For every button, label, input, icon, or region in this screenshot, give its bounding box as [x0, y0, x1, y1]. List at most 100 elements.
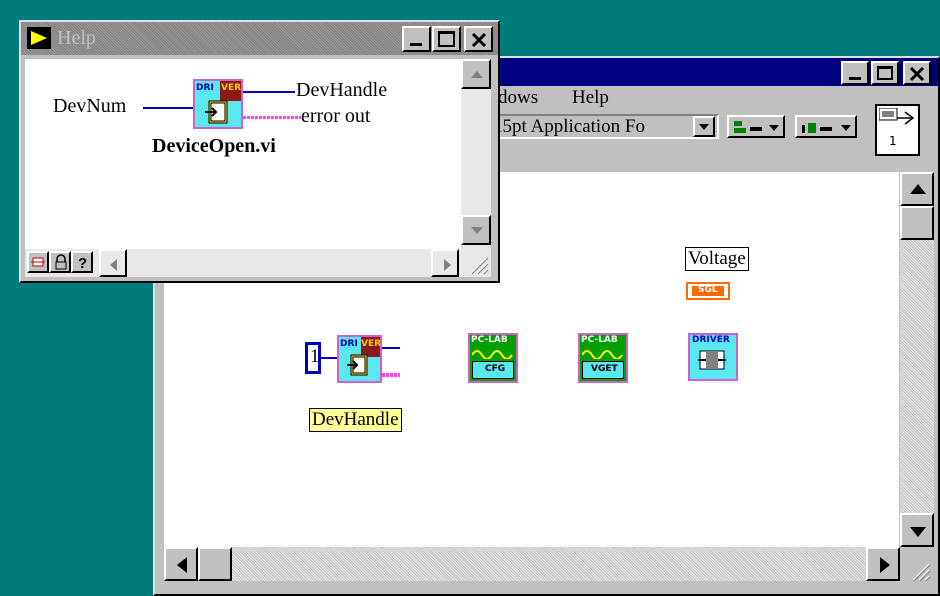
- help-scroll-right-button[interactable]: [431, 249, 459, 277]
- arrow-up-icon: [910, 184, 926, 194]
- chevron-down-icon: [841, 125, 851, 131]
- arrow-left-icon: [177, 557, 187, 573]
- minimize-icon: [849, 77, 861, 80]
- help-simple-diagram-button[interactable]: [27, 251, 49, 273]
- help-window: Help DevNum DRI VER DevHandle error out …: [19, 20, 500, 283]
- maximize-button[interactable]: [871, 61, 899, 85]
- help-icon-label-left: DRI: [196, 83, 214, 93]
- maximize-icon: [438, 31, 455, 47]
- vertical-scrollbar[interactable]: [900, 172, 934, 547]
- close-button[interactable]: [903, 61, 931, 85]
- size-grip-icon[interactable]: [907, 558, 931, 582]
- desktop: { "help_window": { "title": "Help", "vi_…: [0, 0, 940, 596]
- subvi-cfg-bottom: CFG: [472, 361, 514, 379]
- svg-text:?: ?: [78, 255, 87, 270]
- numeric-constant-value: 1: [310, 346, 320, 367]
- align-icon: [734, 121, 762, 133]
- voltage-sgl-inner: SGL: [692, 285, 724, 296]
- vi-icon: [879, 108, 915, 125]
- help-scroll-left-button[interactable]: [99, 249, 127, 277]
- font-selector-text: 15pt Application Fo: [493, 116, 645, 137]
- wire-devnum: [321, 357, 338, 359]
- scroll-up-button[interactable]: [900, 172, 934, 206]
- close-icon: [471, 32, 487, 48]
- help-scroll-down-button[interactable]: [461, 215, 491, 245]
- voltage-sgl-indicator[interactable]: SGL: [686, 282, 730, 300]
- subvi-deviceopen-label-right: VER: [361, 339, 382, 349]
- subvi-deviceopen-label-left: DRI: [340, 339, 358, 349]
- wire-error-out: [382, 373, 400, 377]
- help-online-help-button[interactable]: ?: [71, 251, 93, 273]
- voltage-label-text: Voltage: [688, 248, 746, 269]
- wire-devhandle-out: [382, 347, 400, 349]
- subvi-driver-close[interactable]: DRIVER: [688, 333, 738, 381]
- subvi-pclab-vget[interactable]: PC-LAB VGET: [578, 333, 628, 383]
- help-lock-button[interactable]: [49, 251, 71, 273]
- arrow-down-icon: [471, 227, 483, 234]
- help-maximize-button[interactable]: [432, 26, 461, 52]
- device-close-icon: [698, 350, 726, 370]
- subvi-vget-label-top: PC-LAB: [581, 335, 618, 345]
- help-vi-name: DeviceOpen.vi: [152, 135, 276, 157]
- help-wire-devhandle: [243, 91, 295, 93]
- labview-app-icon: [27, 27, 51, 49]
- arrow-up-icon: [471, 71, 483, 78]
- arrow-right-icon: [444, 259, 451, 271]
- waveform-icon: [472, 350, 513, 359]
- maximize-icon: [877, 66, 893, 80]
- question-mark-icon: ?: [78, 255, 87, 270]
- chevron-down-icon: [699, 124, 709, 130]
- align-objects-button[interactable]: [727, 115, 785, 138]
- arrow-left-icon: [110, 259, 117, 271]
- devhandle-label[interactable]: DevHandle: [309, 408, 402, 432]
- waveform-icon: [582, 350, 623, 359]
- help-vertical-scrollbar[interactable]: [461, 59, 491, 249]
- lock-icon: [55, 254, 67, 270]
- scroll-thumb-vertical[interactable]: [900, 206, 934, 240]
- voltage-label[interactable]: Voltage: [685, 247, 749, 271]
- device-open-icon: [205, 100, 228, 124]
- chevron-down-icon: [769, 125, 779, 131]
- help-scroll-up-button[interactable]: [461, 59, 491, 89]
- menu-help[interactable]: Help: [572, 87, 609, 109]
- scroll-down-button[interactable]: [900, 513, 934, 547]
- help-bottom-bar: ?: [25, 249, 491, 277]
- help-content-area: DevNum DRI VER DevHandle error out Devic…: [25, 59, 461, 249]
- help-size-grip-icon[interactable]: [467, 253, 489, 275]
- connector-pane-number: 1: [889, 134, 897, 148]
- voltage-sgl-type: SGL: [698, 285, 718, 295]
- minimize-icon: [410, 43, 422, 46]
- arrow-down-icon: [910, 527, 926, 537]
- vi-icon-connector-pane[interactable]: 1: [875, 104, 920, 156]
- close-icon: [909, 66, 925, 82]
- font-selector[interactable]: 15pt Application Fo: [491, 114, 719, 139]
- font-dropdown-button[interactable]: [693, 116, 715, 137]
- numeric-constant[interactable]: 1: [305, 342, 321, 374]
- help-icon-label-right: VER: [221, 83, 242, 93]
- help-icon-ver-box: VER: [220, 81, 241, 101]
- scroll-left-button[interactable]: [164, 547, 198, 581]
- distribute-objects-button[interactable]: [795, 115, 857, 138]
- help-input-devnum: DevNum: [53, 95, 127, 117]
- subvi-deviceopen[interactable]: DRI VER: [337, 335, 382, 383]
- subvi-pclab-cfg[interactable]: PC-LAB CFG: [468, 333, 518, 383]
- device-open-icon: [347, 354, 368, 376]
- subvi-vget-label-bottom: VGET: [591, 364, 618, 374]
- help-wire-devnum: [143, 107, 193, 109]
- horizontal-scrollbar[interactable]: [164, 547, 900, 581]
- help-output-error-out: error out: [301, 105, 371, 127]
- help-output-devhandle: DevHandle: [296, 79, 388, 101]
- devhandle-label-text: DevHandle: [312, 409, 399, 430]
- subvi-vget-bottom: VGET: [582, 361, 624, 379]
- menu-windows[interactable]: dows: [498, 87, 538, 109]
- scroll-right-button[interactable]: [866, 547, 900, 581]
- help-wire-error-out: [243, 116, 301, 119]
- help-window-title: Help: [57, 27, 96, 49]
- help-minimize-button[interactable]: [402, 26, 431, 52]
- arrow-right-icon: [880, 557, 890, 573]
- minimize-button[interactable]: [841, 61, 869, 85]
- scroll-thumb-horizontal[interactable]: [198, 547, 232, 581]
- simple-diagram-icon: [31, 257, 45, 267]
- help-subvi-icon: DRI VER: [193, 79, 243, 129]
- help-close-button[interactable]: [464, 26, 493, 52]
